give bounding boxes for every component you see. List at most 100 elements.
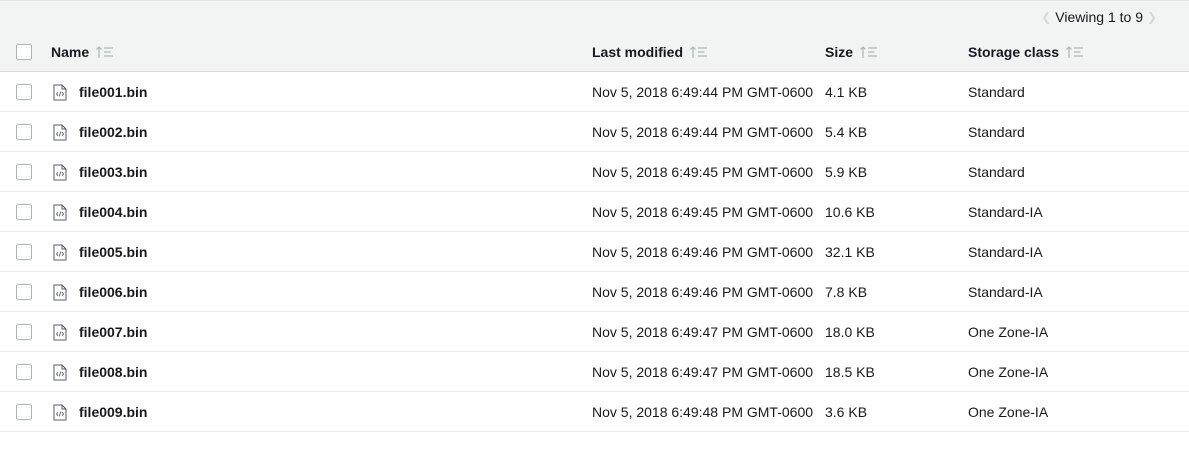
row-checkbox[interactable] xyxy=(16,324,32,340)
file-name-link[interactable]: file006.bin xyxy=(79,284,147,300)
last-modified-cell: Nov 5, 2018 6:49:44 PM GMT-0600 xyxy=(592,112,813,152)
row-checkbox[interactable] xyxy=(16,364,32,380)
table-header: Name Last modified Size Storage class xyxy=(0,32,1189,72)
file-icon xyxy=(53,244,67,260)
file-name-link[interactable]: file004.bin xyxy=(79,204,147,220)
chevron-left-icon[interactable]: ❮ xyxy=(1039,10,1053,24)
table-row[interactable]: file009.bin Nov 5, 2018 6:49:48 PM GMT-06… xyxy=(0,392,1189,432)
size-cell: 18.5 KB xyxy=(825,352,875,392)
column-label-name: Name xyxy=(51,44,90,60)
storage-class-cell: Standard xyxy=(968,152,1025,192)
column-header-storage-class[interactable]: Storage class xyxy=(968,32,1085,72)
size-cell: 3.6 KB xyxy=(825,392,867,432)
size-cell: 5.4 KB xyxy=(825,112,867,152)
row-checkbox[interactable] xyxy=(16,84,32,100)
last-modified-value: Nov 5, 2018 6:49:46 PM GMT-0600 xyxy=(592,244,814,260)
row-checkbox[interactable] xyxy=(16,204,32,220)
sort-icon[interactable] xyxy=(689,45,709,59)
storage-class-cell: One Zone-IA xyxy=(968,312,1048,352)
name-cell: file001.bin xyxy=(51,72,147,112)
file-name-link[interactable]: file003.bin xyxy=(79,164,147,180)
row-checkbox-cell xyxy=(16,192,36,232)
last-modified-cell: Nov 5, 2018 6:49:47 PM GMT-0600 xyxy=(592,352,813,392)
chevron-right-icon[interactable]: ❯ xyxy=(1145,10,1159,24)
storage-class-value: One Zone-IA xyxy=(968,404,1049,420)
last-modified-cell: Nov 5, 2018 6:49:44 PM GMT-0600 xyxy=(592,72,813,112)
file-name-link[interactable]: file007.bin xyxy=(79,324,147,340)
header-checkbox-cell xyxy=(16,32,36,72)
row-checkbox-cell xyxy=(16,152,36,192)
last-modified-value: Nov 5, 2018 6:49:47 PM GMT-0600 xyxy=(592,364,814,380)
name-cell: file008.bin xyxy=(51,352,147,392)
table-row[interactable]: file001.bin Nov 5, 2018 6:49:44 PM GMT-06… xyxy=(0,72,1189,112)
row-checkbox[interactable] xyxy=(16,124,32,140)
file-name-link[interactable]: file009.bin xyxy=(79,404,147,420)
size-value: 7.8 KB xyxy=(825,284,868,300)
file-icon xyxy=(53,284,67,300)
row-checkbox-cell xyxy=(16,112,36,152)
last-modified-value: Nov 5, 2018 6:49:44 PM GMT-0600 xyxy=(592,124,814,140)
size-value: 3.6 KB xyxy=(825,404,868,420)
last-modified-cell: Nov 5, 2018 6:49:46 PM GMT-0600 xyxy=(592,272,813,312)
file-name-link[interactable]: file002.bin xyxy=(79,124,147,140)
file-icon xyxy=(53,84,67,100)
size-value: 18.5 KB xyxy=(825,364,875,380)
last-modified-cell: Nov 5, 2018 6:49:47 PM GMT-0600 xyxy=(592,312,813,352)
column-header-last-modified[interactable]: Last modified xyxy=(592,32,709,72)
sort-icon[interactable] xyxy=(95,45,115,59)
column-label-storage-class: Storage class xyxy=(968,44,1060,60)
storage-class-cell: Standard-IA xyxy=(968,232,1043,272)
size-value: 18.0 KB xyxy=(825,324,875,340)
storage-class-cell: One Zone-IA xyxy=(968,392,1048,432)
file-icon xyxy=(53,324,67,340)
name-cell: file009.bin xyxy=(51,392,147,432)
last-modified-value: Nov 5, 2018 6:49:44 PM GMT-0600 xyxy=(592,84,814,100)
storage-class-value: Standard xyxy=(968,84,1025,100)
size-cell: 4.1 KB xyxy=(825,72,867,112)
storage-class-value: Standard xyxy=(968,164,1025,180)
file-icon xyxy=(53,204,67,220)
table-row[interactable]: file004.bin Nov 5, 2018 6:49:45 PM GMT-06… xyxy=(0,192,1189,232)
last-modified-value: Nov 5, 2018 6:49:45 PM GMT-0600 xyxy=(592,204,814,220)
size-cell: 5.9 KB xyxy=(825,152,867,192)
pagination: ❮ Viewing 1 to 9 ❯ xyxy=(1039,9,1159,25)
row-checkbox[interactable] xyxy=(16,244,32,260)
row-checkbox[interactable] xyxy=(16,284,32,300)
row-checkbox[interactable] xyxy=(16,404,32,420)
table-row[interactable]: file003.bin Nov 5, 2018 6:49:45 PM GMT-06… xyxy=(0,152,1189,192)
table-row[interactable]: file005.bin Nov 5, 2018 6:49:46 PM GMT-06… xyxy=(0,232,1189,272)
name-cell: file003.bin xyxy=(51,152,147,192)
storage-class-value: Standard-IA xyxy=(968,244,1043,260)
sort-icon[interactable] xyxy=(1065,45,1085,59)
last-modified-value: Nov 5, 2018 6:49:48 PM GMT-0600 xyxy=(592,404,814,420)
row-checkbox-cell xyxy=(16,272,36,312)
table-row[interactable]: file008.bin Nov 5, 2018 6:49:47 PM GMT-06… xyxy=(0,352,1189,392)
file-icon xyxy=(53,164,67,180)
size-value: 5.9 KB xyxy=(825,164,868,180)
last-modified-cell: Nov 5, 2018 6:49:46 PM GMT-0600 xyxy=(592,232,813,272)
file-name-link[interactable]: file001.bin xyxy=(79,84,147,100)
name-cell: file006.bin xyxy=(51,272,147,312)
last-modified-value: Nov 5, 2018 6:49:46 PM GMT-0600 xyxy=(592,284,814,300)
column-header-name[interactable]: Name xyxy=(51,32,115,72)
file-icon xyxy=(53,404,67,420)
last-modified-value: Nov 5, 2018 6:49:45 PM GMT-0600 xyxy=(592,164,814,180)
sort-icon[interactable] xyxy=(859,45,879,59)
size-cell: 18.0 KB xyxy=(825,312,875,352)
row-checkbox[interactable] xyxy=(16,164,32,180)
file-name-link[interactable]: file005.bin xyxy=(79,244,147,260)
row-checkbox-cell xyxy=(16,232,36,272)
pagination-bar: ❮ Viewing 1 to 9 ❯ xyxy=(0,0,1189,32)
column-header-size[interactable]: Size xyxy=(825,32,879,72)
table-row[interactable]: file006.bin Nov 5, 2018 6:49:46 PM GMT-06… xyxy=(0,272,1189,312)
size-value: 5.4 KB xyxy=(825,124,868,140)
file-name-link[interactable]: file008.bin xyxy=(79,364,147,380)
column-label-size: Size xyxy=(825,44,854,60)
storage-class-cell: Standard-IA xyxy=(968,272,1043,312)
size-value: 10.6 KB xyxy=(825,204,875,220)
select-all-checkbox[interactable] xyxy=(16,44,32,60)
table-row[interactable]: file007.bin Nov 5, 2018 6:49:47 PM GMT-06… xyxy=(0,312,1189,352)
table-row[interactable]: file002.bin Nov 5, 2018 6:49:44 PM GMT-06… xyxy=(0,112,1189,152)
file-icon xyxy=(53,124,67,140)
row-checkbox-cell xyxy=(16,352,36,392)
